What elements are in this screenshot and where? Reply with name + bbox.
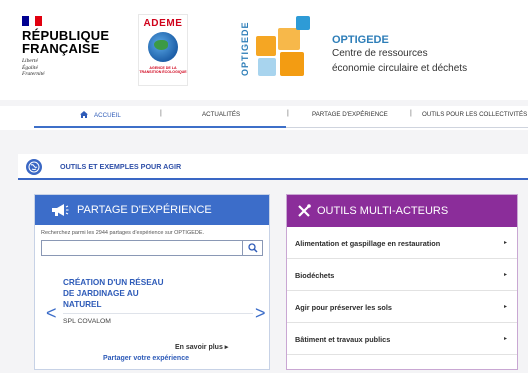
tool-item-label: Agir pour préserver les sols xyxy=(295,303,392,312)
tool-item-sols[interactable]: Agir pour préserver les sols ▸ xyxy=(287,291,517,323)
logo-square-icon xyxy=(278,28,300,50)
search-hint: Recherchez parmi les 2944 partages d'exp… xyxy=(41,230,205,236)
caret-right-icon: ▸ xyxy=(503,304,507,310)
rf-motto: Liberté Égalité Fraternité xyxy=(22,58,122,78)
experience-title-line: CRÉATION D'UN RÉSEAU xyxy=(63,278,164,287)
partage-experience-card: PARTAGE D'EXPÉRIENCE Recherchez parmi le… xyxy=(34,194,270,370)
nav-item-label: ACCUEIL xyxy=(94,112,121,119)
card-title: PARTAGE D'EXPÉRIENCE xyxy=(77,204,212,216)
nav-item-accueil[interactable]: ACCUEIL xyxy=(80,111,121,119)
tool-item-label: Biodéchets xyxy=(295,271,335,280)
experience-title-line: DE JARDINAGE AU xyxy=(63,289,139,298)
logo-square-icon xyxy=(258,58,276,76)
experience-title-line: NATUREL xyxy=(63,300,102,309)
item-divider xyxy=(63,313,253,314)
tool-item-biodechets[interactable]: Biodéchets ▸ xyxy=(287,259,517,291)
search-button[interactable] xyxy=(242,241,262,255)
optigede-vertical-text: OPTIGEDE xyxy=(240,21,250,76)
globe-icon xyxy=(148,32,178,62)
logo-square-icon xyxy=(296,16,310,30)
megaphone-icon xyxy=(52,204,69,216)
globe-icon xyxy=(26,159,42,175)
tool-item-label: Alimentation et gaspillage en restaurati… xyxy=(295,239,441,248)
search-icon xyxy=(248,243,258,253)
logo-square-icon xyxy=(256,36,276,56)
nav-divider xyxy=(286,127,528,128)
nav-active-underline xyxy=(34,126,286,128)
home-icon xyxy=(80,111,88,118)
optigede-sub1: Centre de ressources xyxy=(332,48,428,59)
carousel-next-button[interactable]: > xyxy=(255,303,266,324)
nav-item-label: OUTILS POUR LES COLLECTIVITÉS xyxy=(422,111,528,118)
nav-separator: | xyxy=(410,110,412,117)
caret-right-icon: ▸ xyxy=(503,240,507,246)
rf-name-line2: FRANÇAISE xyxy=(22,41,100,56)
en-savoir-plus-link[interactable]: En savoir plus ▸ xyxy=(175,343,228,351)
experience-org: SPL COVALOM xyxy=(63,318,111,325)
card-header: PARTAGE D'EXPÉRIENCE xyxy=(35,195,269,225)
nav-item-partage[interactable]: PARTAGE D'EXPÉRIENCE xyxy=(312,111,388,118)
tool-item-btp[interactable]: Bâtiment et travaux publics ▸ xyxy=(287,323,517,355)
logo-square-icon xyxy=(280,52,304,76)
ademe-word: ADEME xyxy=(143,18,183,29)
partager-experience-link[interactable]: Partager votre expérience xyxy=(103,355,189,362)
tool-item-label: Bâtiment et travaux publics xyxy=(295,335,391,344)
nav-separator: | xyxy=(287,110,289,117)
ademe-logo[interactable]: ADEME AGENCE DE LA TRANSITION ÉCOLOGIQUE xyxy=(138,14,188,86)
nav-separator: | xyxy=(160,110,162,117)
optigede-title: OPTIGEDE xyxy=(332,34,389,46)
nav-item-label: ACTUALITÉS xyxy=(202,111,241,118)
nav-item-actualites[interactable]: ACTUALITÉS xyxy=(202,111,240,118)
caret-right-icon: ▸ xyxy=(503,272,507,278)
card-header: OUTILS MULTI-ACTEURS xyxy=(287,195,517,227)
optigede-sub2: économie circulaire et déchets xyxy=(332,63,468,74)
marianne-flag-icon xyxy=(22,16,42,26)
tools-icon xyxy=(298,204,311,217)
ademe-subtitle: AGENCE DE LA TRANSITION ÉCOLOGIQUE xyxy=(139,66,187,74)
search-input[interactable] xyxy=(41,240,263,256)
nav-item-outils-collectivites[interactable]: OUTILS POUR LES COLLECTIVITÉS xyxy=(422,111,527,118)
site-header: RÉPUBLIQUE FRANÇAISE Liberté Égalité Fra… xyxy=(0,0,528,100)
tool-item-alimentation[interactable]: Alimentation et gaspillage en restaurati… xyxy=(287,227,517,259)
carousel-prev-button[interactable]: < xyxy=(46,303,57,324)
card-title: OUTILS MULTI-ACTEURS xyxy=(317,205,449,217)
outils-multi-acteurs-card: OUTILS MULTI-ACTEURS Alimentation et gas… xyxy=(286,194,518,370)
republique-francaise-logo[interactable]: RÉPUBLIQUE FRANÇAISE Liberté Égalité Fra… xyxy=(22,16,122,78)
optigede-tagline: OPTIGEDE Centre de ressources économie c… xyxy=(332,34,522,76)
section-title: OUTILS ET EXEMPLES POUR AGIR xyxy=(60,162,182,171)
nav-item-label: PARTAGE D'EXPÉRIENCE xyxy=(312,111,388,118)
section-header: OUTILS ET EXEMPLES POUR AGIR xyxy=(18,154,528,180)
rf-motto-3: Fraternité xyxy=(22,71,45,77)
experience-title-link[interactable]: CRÉATION D'UN RÉSEAU DE JARDINAGE AU NAT… xyxy=(63,277,213,310)
caret-right-icon: ▸ xyxy=(503,336,507,342)
optigede-logo[interactable]: OPTIGEDE xyxy=(240,16,320,88)
